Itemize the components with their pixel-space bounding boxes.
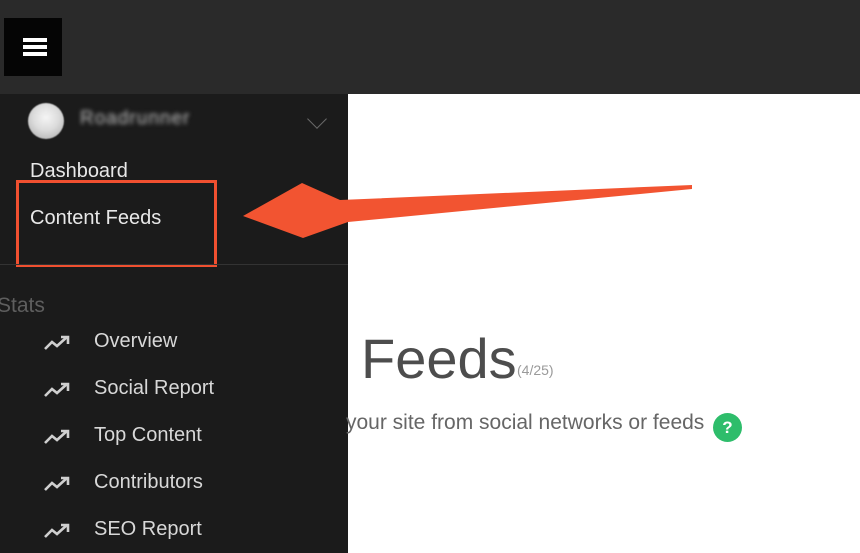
annotation-arrow — [243, 183, 692, 238]
